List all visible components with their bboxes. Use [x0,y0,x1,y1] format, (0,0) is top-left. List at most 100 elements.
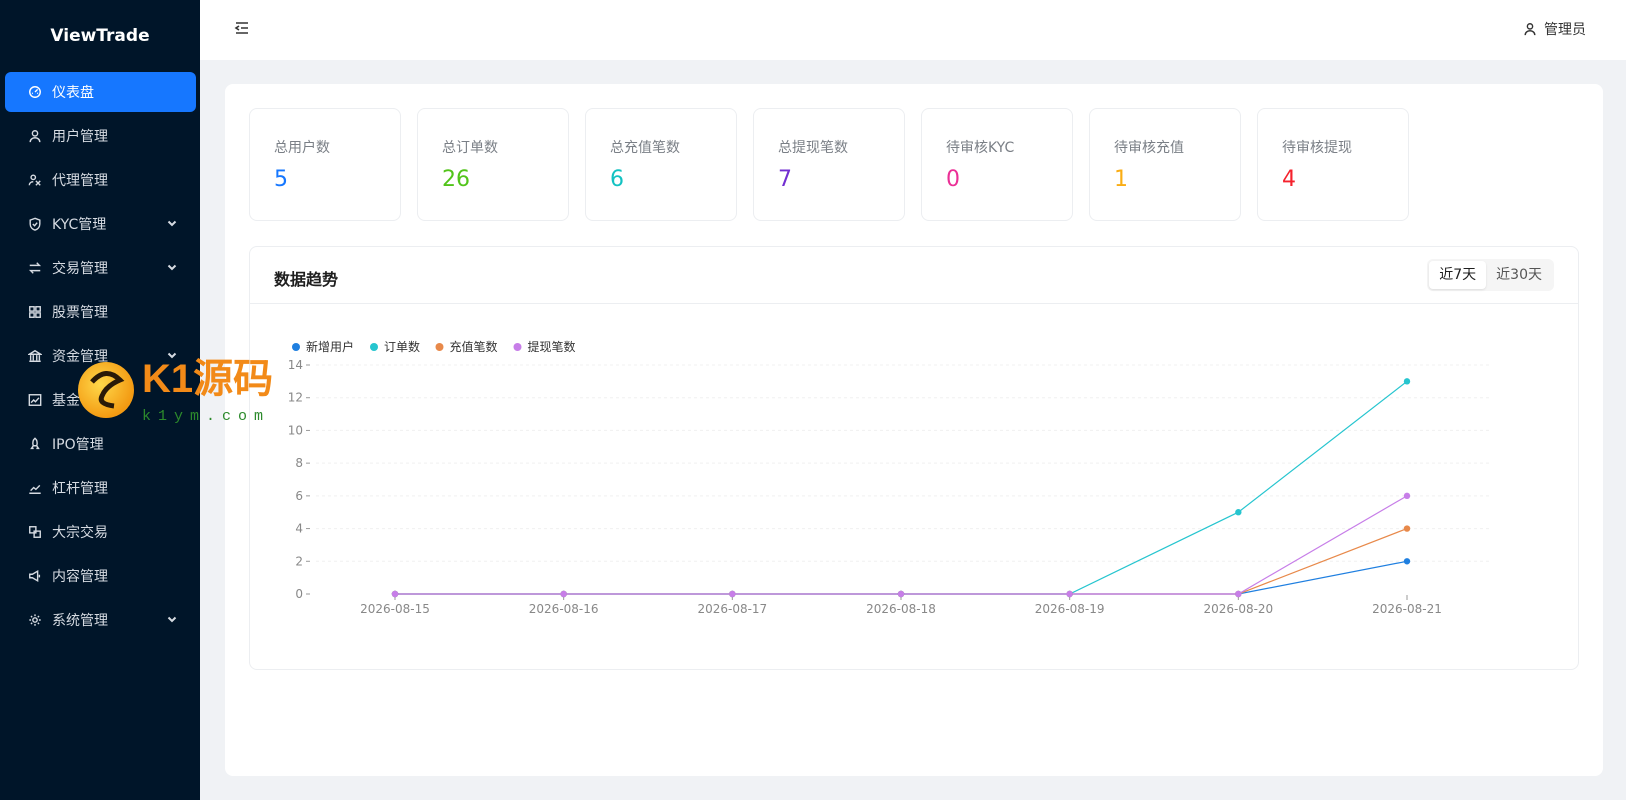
y-tick-label: 0 [295,587,303,601]
sidebar-item-9[interactable]: 杠杆管理 [5,468,196,508]
bank-icon [28,349,42,363]
sidebar-item-8[interactable]: IPO管理 [5,424,196,464]
sidebar-item-4[interactable]: 交易管理 [5,248,196,288]
sidebar-item-label: 用户管理 [52,129,108,145]
brand-logo: ViewTrade [50,26,150,46]
stat-label: 总用户数 [274,140,330,156]
stat-label: 总充值笔数 [610,140,680,156]
line-chart-icon [28,481,42,495]
notification-icon [28,569,42,583]
data-point [1066,590,1073,598]
legend-label: 充值笔数 [450,339,498,354]
stat-card: 总充值笔数 6 [585,108,737,221]
agent-icon [28,173,42,187]
sidebar-item-11[interactable]: 内容管理 [5,556,196,596]
sidebar-item-3[interactable]: KYC管理 [5,204,196,244]
data-point [1403,558,1411,565]
legend-marker [292,343,300,351]
stat-value: 5 [274,167,288,192]
y-tick-label: 10 [288,423,303,437]
y-tick-label: 6 [295,489,303,503]
range-option-0[interactable]: 近7天 [1429,261,1487,289]
stat-card: 总用户数 5 [249,108,401,221]
sidebar-item-10[interactable]: 大宗交易 [5,512,196,552]
y-tick-label: 4 [295,522,303,536]
y-tick-label: 12 [288,391,303,405]
menu-collapse-icon[interactable] [234,20,250,36]
stat-label: 总订单数 [442,140,498,156]
stat-value: 4 [1282,167,1296,192]
data-point [729,590,736,598]
rocket-icon [28,437,42,451]
dashboard-icon [28,85,42,99]
stat-value: 6 [610,167,624,192]
series-line [395,560,1408,595]
stat-card: 待审核提现 4 [1257,108,1409,221]
chevron-down-icon [166,217,178,229]
sidebar-item-0[interactable]: 仪表盘 [5,72,196,112]
legend-label: 新增用户 [306,339,354,354]
sidebar-item-label: 交易管理 [52,261,108,277]
trend-title: 数据趋势 [274,270,339,289]
range-selector: 近7天 近30天 [1427,259,1554,291]
sidebar-item-7[interactable]: 基金管理 [5,380,196,420]
stat-label: 待审核提现 [1282,140,1352,156]
data-point [1403,525,1411,532]
sidebar-item-label: KYC管理 [52,217,107,233]
data-point [897,590,905,598]
data-point [1403,492,1411,500]
sidebar-item-label: 系统管理 [52,613,108,629]
stat-label: 待审核充值 [1114,140,1184,156]
data-point [1235,590,1242,598]
range-option-1[interactable]: 近30天 [1486,261,1552,289]
chevron-down-icon [166,349,178,361]
sidebar-item-6[interactable]: 资金管理 [5,336,196,376]
gear-icon [28,613,42,627]
shield-icon [28,217,42,231]
x-tick-label: 2026-08-20 [1203,602,1273,616]
sidebar-item-2[interactable]: 代理管理 [5,160,196,200]
stat-value: 0 [946,167,960,192]
user-icon [28,129,42,143]
stat-label: 待审核KYC [946,140,1015,156]
stats-row: 总用户数 5 总订单数 26 总充值笔数 6 总提现笔数 7 待审核KYC 0 待审核充值 1 待审核提… [249,108,1409,221]
stat-value: 7 [778,167,792,192]
stat-card: 总提现笔数 7 [753,108,905,221]
sidebar-item-label: 股票管理 [52,305,108,321]
trend-panel: 数据趋势 近7天 近30天 0 2 4 6 8 10 12 14 2026-08-15 2026-0… [249,246,1579,670]
stat-value: 1 [1114,167,1128,192]
sidebar-item-label: 代理管理 [52,173,108,189]
trend-chart: 0 2 4 6 8 10 12 14 2026-08-15 2026-08-16 2026-08-1… [250,304,1578,669]
sidebar-item-label: 大宗交易 [52,525,108,541]
top-header: 管理员 [200,0,1626,60]
x-tick-label: 2026-08-19 [1035,602,1105,616]
sidebar-item-label: 基金管理 [52,393,108,409]
data-point [560,590,567,598]
dashboard-content: 总用户数 5 总订单数 26 总充值笔数 6 总提现笔数 7 待审核KYC 0 待审核充值 1 待审核提… [225,84,1603,776]
y-tick-label: 2 [295,554,303,568]
chevron-down-icon [166,613,178,625]
user-menu[interactable]: 管理员 [1523,19,1586,39]
sidebar-item-12[interactable]: 系统管理 [5,600,196,640]
sidebar: ViewTrade 仪表盘用户管理代理管理 KYC管理交易管理股票管理资金管理基金… [0,0,200,800]
stat-card: 待审核充值 1 [1089,108,1241,221]
legend-marker [513,343,522,351]
stat-label: 总提现笔数 [778,140,848,156]
y-tick-label: 14 [288,358,303,372]
sidebar-item-label: 杠杆管理 [52,481,108,497]
stat-value: 26 [442,167,470,192]
data-point [1403,378,1411,385]
sidebar-item-label: 仪表盘 [52,85,94,101]
sidebar-item-label: IPO管理 [52,437,104,453]
sidebar-item-label: 内容管理 [52,569,108,585]
sidebar-item-1[interactable]: 用户管理 [5,116,196,156]
grid-icon [28,305,42,319]
user-name: 管理员 [1544,22,1586,38]
series-line [395,495,1408,595]
sidebar-item-5[interactable]: 股票管理 [5,292,196,332]
y-tick-label: 8 [295,456,303,470]
trend-header: 数据趋势 近7天 近30天 [250,247,1578,304]
x-tick-label: 2026-08-17 [697,602,767,616]
x-tick-label: 2026-08-16 [529,602,599,616]
legend-marker [435,343,444,351]
